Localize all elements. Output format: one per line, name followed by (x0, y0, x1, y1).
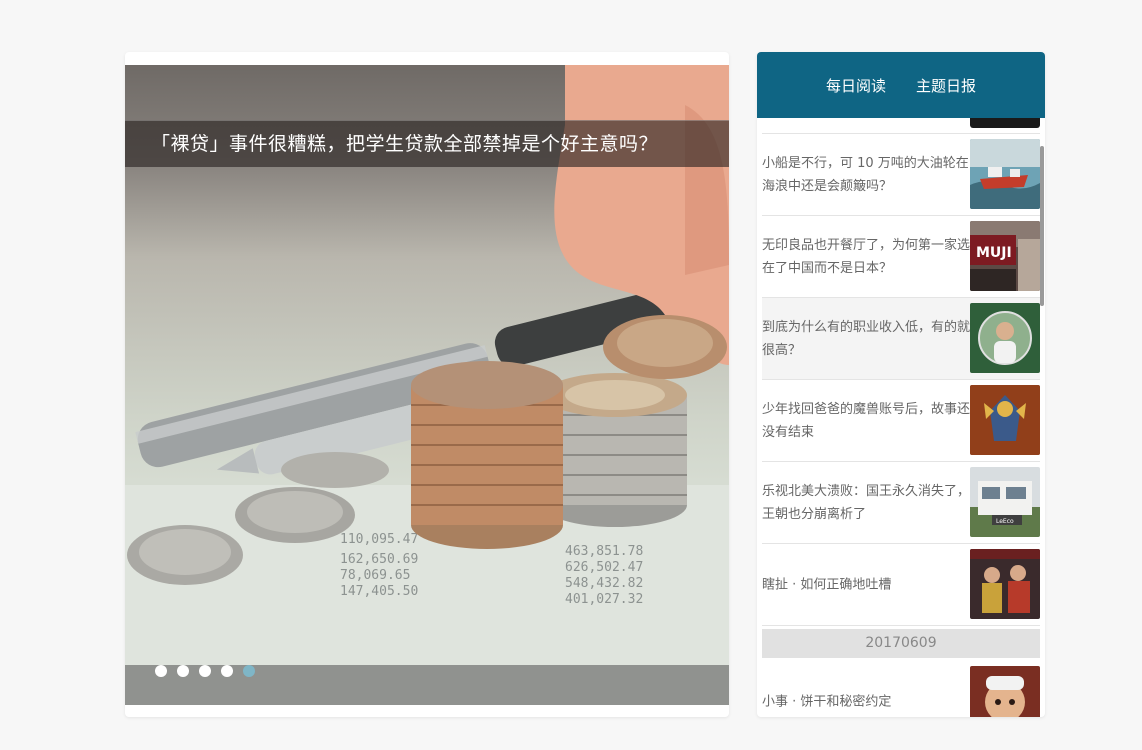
featured-card: 110,095.47 162,650.69 78,069.65 147,405.… (125, 52, 729, 717)
svg-text:147,405.50: 147,405.50 (340, 584, 418, 599)
svg-text:LeEco: LeEco (996, 518, 1014, 525)
thumbnail (970, 118, 1040, 128)
svg-text:626,502.47: 626,502.47 (565, 560, 643, 575)
story-title: 小事 · 饼干和秘密约定 (762, 694, 892, 709)
svg-text:401,027.32: 401,027.32 (565, 592, 643, 607)
story-title: 瞎扯 · 如何正确地吐槽 (762, 577, 892, 592)
svg-text:548,432.82: 548,432.82 (565, 576, 643, 591)
story-list: 小船是不行，可 10 万吨的大油轮在海浪中还是会颠簸吗？ 无印良品也开餐厅了，为… (762, 118, 1040, 717)
carousel-dot-2[interactable] (177, 665, 189, 677)
list-item[interactable]: 到底为什么有的职业收入低，有的就很高？ (762, 298, 1040, 380)
performers-thumbnail (970, 549, 1040, 619)
muji-store-thumbnail: MUJI (970, 221, 1040, 291)
story-title: 无印良品也开餐厅了，为何第一家选在了中国而不是日本？ (762, 237, 971, 276)
slide-caption[interactable]: 「裸贷」事件很糟糕，把学生贷款全部禁掉是个好主意吗？ (125, 120, 729, 167)
date-divider: 20170609 (762, 629, 1040, 658)
carousel-dot-4[interactable] (221, 665, 233, 677)
carousel-dot-3[interactable] (199, 665, 211, 677)
svg-text:MUJI: MUJI (976, 245, 1012, 261)
leeco-building-thumbnail: LeEco (970, 467, 1040, 537)
carousel-indicators (155, 665, 255, 677)
svg-text:463,851.78: 463,851.78 (565, 544, 643, 559)
animated-character-thumbnail (970, 666, 1040, 717)
list-item[interactable]: 瞎扯 · 如何正确地吐槽 (762, 544, 1040, 626)
tab-theme-daily[interactable]: 主题日报 (916, 75, 976, 96)
person-portrait-thumbnail (970, 303, 1040, 373)
scrollbar[interactable] (1040, 146, 1044, 306)
list-item[interactable]: 少年找回爸爸的魔兽账号后，故事还没有结束 (762, 380, 1040, 462)
side-panel: 每日阅读 主题日报 小船是不行，可 10 万吨的大油轮在海浪中还是会颠簸吗？ 无… (757, 52, 1045, 717)
carousel-dot-5[interactable] (243, 665, 255, 677)
svg-text:78,069.65: 78,069.65 (340, 568, 410, 583)
list-item[interactable]: 小船是不行，可 10 万吨的大油轮在海浪中还是会颠簸吗？ (762, 134, 1040, 216)
list-item[interactable]: 无印良品也开餐厅了，为何第一家选在了中国而不是日本？ MUJI (762, 216, 1040, 298)
svg-text:110,095.47: 110,095.47 (340, 532, 418, 547)
list-item[interactable] (762, 118, 1040, 134)
tab-daily-reading[interactable]: 每日阅读 (826, 75, 886, 96)
carousel-dot-1[interactable] (155, 665, 167, 677)
side-header: 每日阅读 主题日报 (757, 52, 1045, 118)
warcraft-character-thumbnail (970, 385, 1040, 455)
story-title: 少年找回爸爸的魔兽账号后，故事还没有结束 (762, 401, 971, 440)
story-title: 小船是不行，可 10 万吨的大油轮在海浪中还是会颠簸吗？ (762, 155, 969, 194)
list-item[interactable]: 小事 · 饼干和秘密约定 (762, 661, 1040, 717)
list-item[interactable]: 乐视北美大溃败：国王永久消失了，王朝也分崩离析了 LeEco (762, 462, 1040, 544)
story-title: 到底为什么有的职业收入低，有的就很高？ (762, 319, 971, 358)
ship-thumbnail (970, 139, 1040, 209)
carousel-slide[interactable]: 110,095.47 162,650.69 78,069.65 147,405.… (125, 65, 729, 705)
svg-text:162,650.69: 162,650.69 (340, 552, 418, 567)
story-title: 乐视北美大溃败：国王永久消失了，王朝也分崩离析了 (762, 483, 971, 522)
